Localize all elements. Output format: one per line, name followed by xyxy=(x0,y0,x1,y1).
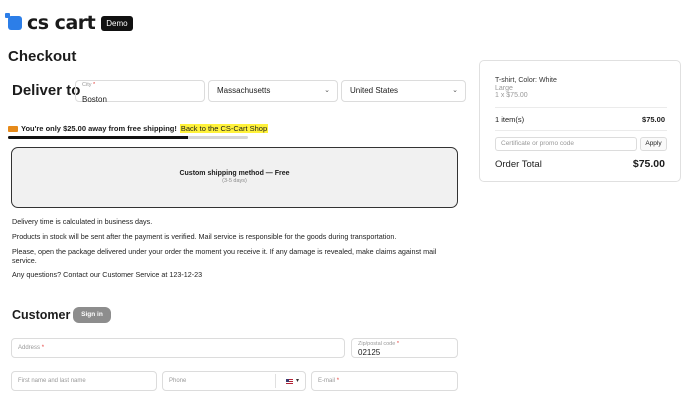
progress-fill xyxy=(8,136,188,139)
shipping-method-name: Custom shipping method — Free xyxy=(179,170,290,177)
customer-title: Customer xyxy=(12,308,71,322)
country-value: United States xyxy=(350,86,399,95)
zip-field[interactable]: Zip/postal code * 02125 xyxy=(351,338,458,358)
order-total-value: $75.00 xyxy=(632,158,665,170)
address-field[interactable]: Address * xyxy=(11,338,345,358)
apply-button[interactable]: Apply xyxy=(640,137,667,151)
shipping-method-days: (3-5 days) xyxy=(222,178,247,184)
country-select[interactable]: United States ⌄ xyxy=(341,80,466,102)
order-total-label: Order Total xyxy=(495,159,542,170)
sign-in-button[interactable]: Sign in xyxy=(73,307,111,323)
country-code-selector[interactable]: ▾ xyxy=(285,372,299,390)
free-shipping-progress xyxy=(8,136,248,139)
city-value: Boston xyxy=(82,95,107,104)
summary-product[interactable]: T-shirt, Color: White Large 1 x $75.00 xyxy=(495,77,557,100)
items-count: 1 item(s) xyxy=(495,115,525,124)
deliver-to-section: Deliver to City * Boston Massachusetts ⌄… xyxy=(8,80,466,104)
info-delivery-time: Delivery time is calculated in business … xyxy=(12,217,153,226)
chevron-down-icon: ▾ xyxy=(295,378,299,384)
cs-cart-logo-icon xyxy=(5,13,22,30)
free-shipping-note: You're only $25.00 away from free shippi… xyxy=(8,124,269,133)
free-shipping-text: You're only $25.00 away from free shippi… xyxy=(21,124,177,133)
chevron-down-icon: ⌄ xyxy=(324,87,330,94)
divider xyxy=(495,130,667,131)
zip-value: 02125 xyxy=(358,348,381,357)
logo-text: cs cart xyxy=(27,12,96,34)
phone-placeholder: Phone xyxy=(169,378,187,384)
product-option: Large xyxy=(495,84,513,92)
city-label: City xyxy=(82,82,92,88)
deliver-to-title: Deliver to xyxy=(12,82,81,99)
name-placeholder: First name and last name xyxy=(18,378,86,384)
page-title: Checkout xyxy=(8,48,77,65)
back-to-shop-link[interactable]: Back to the CS-Cart Shop xyxy=(179,124,269,133)
truck-icon xyxy=(8,125,18,132)
product-qty: 1 x $75.00 xyxy=(495,92,528,99)
info-contact: Any questions? Contact our Customer Serv… xyxy=(12,270,203,279)
phone-field[interactable]: Phone ▾ xyxy=(162,371,306,391)
us-flag-icon xyxy=(285,378,293,384)
divider xyxy=(495,107,667,108)
address-placeholder: Address xyxy=(18,345,41,351)
city-field[interactable]: City * Boston xyxy=(75,80,205,104)
promo-code-input[interactable]: Certificate or promo code xyxy=(495,137,637,151)
info-stock: Products in stock will be sent after the… xyxy=(12,232,397,241)
state-select[interactable]: Massachusetts ⌄ xyxy=(208,80,338,102)
zip-label: Zip/postal code xyxy=(358,341,396,347)
shipping-method-option[interactable]: Custom shipping method — Free (3-5 days) xyxy=(11,147,458,208)
logo[interactable]: cs cart Demo xyxy=(5,12,133,34)
info-package: Please, open the package delivered under… xyxy=(12,247,437,265)
email-placeholder: E-mail xyxy=(318,378,336,384)
state-value: Massachusetts xyxy=(217,86,271,95)
chevron-down-icon: ⌄ xyxy=(452,87,458,94)
product-name: T-shirt, Color: White xyxy=(495,77,557,84)
email-field[interactable]: E-mail * xyxy=(311,371,458,391)
order-summary: T-shirt, Color: White Large 1 x $75.00 1… xyxy=(479,60,681,182)
demo-badge: Demo xyxy=(101,15,133,31)
items-price: $75.00 xyxy=(642,115,665,124)
name-field[interactable]: First name and last name xyxy=(11,371,157,391)
